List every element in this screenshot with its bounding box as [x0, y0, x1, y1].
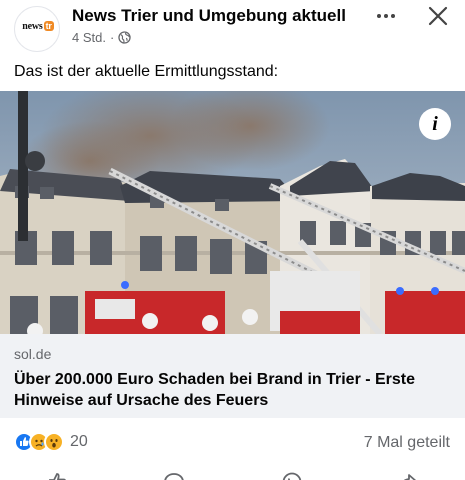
post-time[interactable]: 4 Std.	[72, 30, 106, 45]
share-button-icon[interactable]	[396, 470, 420, 480]
link-domain: sol.de	[14, 346, 52, 362]
globe-icon[interactable]	[118, 31, 131, 44]
link-preview[interactable]: sol.de Über 200.000 Euro Schaden bei Bra…	[0, 334, 465, 418]
fire-scene-image	[0, 91, 465, 334]
post-image[interactable]: i	[0, 91, 465, 334]
more-dots-icon[interactable]	[372, 6, 400, 26]
like-button-icon[interactable]	[46, 470, 70, 480]
post-text: Das ist der aktuelle Ermittlungsstand:	[14, 63, 279, 80]
reaction-count: 20	[70, 433, 88, 450]
share-count[interactable]: 7 Mal geteilt	[364, 434, 450, 452]
avatar-logo: news tr	[22, 21, 54, 32]
meta-separator: ·	[109, 30, 115, 45]
close-icon[interactable]	[424, 2, 452, 30]
action-bar	[0, 466, 465, 480]
reactions-summary[interactable]: 20	[14, 432, 88, 452]
wow-icon	[44, 432, 64, 452]
post-header: news tr News Trier und Umgebung aktuell 4…	[0, 0, 465, 56]
whatsapp-share-icon[interactable]	[280, 470, 304, 480]
comment-button-icon[interactable]	[162, 470, 186, 480]
page-name-link[interactable]: News Trier und Umgebung aktuell	[72, 6, 346, 26]
link-title[interactable]: Über 200.000 Euro Schaden bei Brand in T…	[14, 369, 454, 411]
post-meta: 4 Std. ·	[72, 30, 131, 45]
image-info-button[interactable]: i	[419, 108, 451, 140]
page-avatar[interactable]: news tr	[14, 6, 60, 52]
